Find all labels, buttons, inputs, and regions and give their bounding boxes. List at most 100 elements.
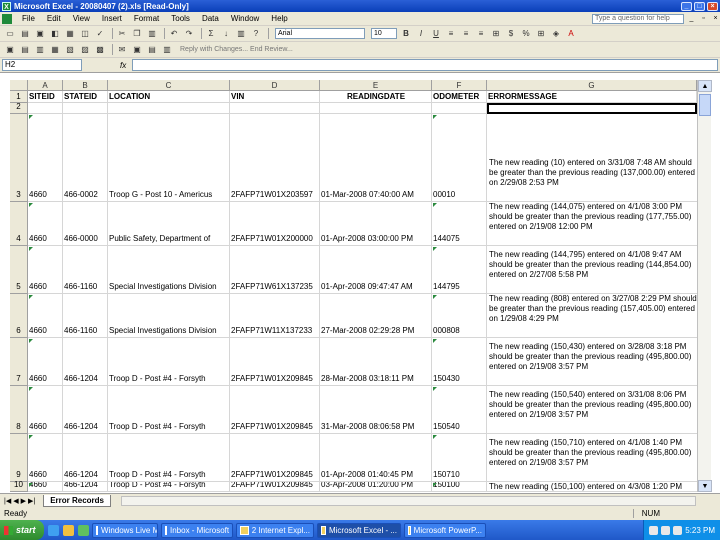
table-cell[interactable]: Troop D - Post #4 - Forsyth: [108, 434, 230, 482]
table-cell[interactable]: [108, 103, 230, 114]
table-cell[interactable]: 2FAFP71W01X209845: [230, 482, 320, 492]
currency-icon[interactable]: $: [505, 28, 517, 40]
error-message-cell[interactable]: The new reading (150,430) entered on 3/2…: [487, 338, 697, 386]
menu-help[interactable]: Help: [265, 14, 293, 23]
print-preview-icon[interactable]: ◫: [79, 28, 91, 40]
table-cell[interactable]: 466-0000: [63, 202, 108, 246]
taskbar-item-inbox[interactable]: Inbox - Microsoft ...: [161, 522, 233, 538]
font-name-select[interactable]: Arial: [275, 28, 365, 39]
table-cell[interactable]: 28-Mar-2008 03:18:11 PM: [320, 338, 432, 386]
table-cell[interactable]: 466-1204: [63, 482, 108, 492]
scroll-thumb[interactable]: [699, 94, 711, 116]
print-icon[interactable]: ▦: [64, 28, 76, 40]
table-cell[interactable]: [28, 103, 63, 114]
table-cell[interactable]: 000808: [432, 294, 487, 338]
error-indicator-icon[interactable]: [29, 295, 33, 299]
error-indicator-icon[interactable]: [29, 339, 33, 343]
italic-icon[interactable]: I: [415, 28, 427, 40]
column-header-c[interactable]: C: [108, 80, 230, 91]
scroll-up-icon[interactable]: ▲: [698, 80, 712, 92]
table-cell[interactable]: 2FAFP71W61X137235: [230, 246, 320, 294]
table-cell[interactable]: 4660: [28, 434, 63, 482]
start-button[interactable]: start: [0, 520, 44, 540]
table-cell[interactable]: 144795: [432, 246, 487, 294]
table-cell[interactable]: 466-1160: [63, 294, 108, 338]
error-message-cell[interactable]: The new reading (10) entered on 3/31/08 …: [487, 114, 697, 202]
table-cell[interactable]: 4660: [28, 338, 63, 386]
error-indicator-icon[interactable]: [433, 435, 437, 439]
column-header-g[interactable]: G: [487, 80, 697, 91]
error-message-cell[interactable]: The new reading (150,710) entered on 4/1…: [487, 434, 697, 482]
table-cell[interactable]: 4660: [28, 294, 63, 338]
table-cell[interactable]: Troop D - Post #4 - Forsyth: [108, 482, 230, 492]
sheet-tab-error-records[interactable]: Error Records: [43, 494, 111, 507]
column-header-a[interactable]: A: [28, 80, 63, 91]
error-indicator-icon[interactable]: [29, 435, 33, 439]
table-cell[interactable]: [320, 103, 432, 114]
column-header-d[interactable]: D: [230, 80, 320, 91]
table-cell[interactable]: Public Safety, Department of: [108, 202, 230, 246]
paste-icon[interactable]: ▥: [146, 28, 158, 40]
table-cell[interactable]: [63, 103, 108, 114]
fill-color-icon[interactable]: ◈: [550, 28, 562, 40]
menu-tools[interactable]: Tools: [165, 14, 196, 23]
copy-icon[interactable]: ❐: [131, 28, 143, 40]
autosum-icon[interactable]: Σ: [205, 28, 217, 40]
cut-icon[interactable]: ✂: [116, 28, 128, 40]
error-message-cell[interactable]: The new reading (150,100) entered on 4/3…: [487, 482, 697, 492]
row-header[interactable]: 3: [10, 114, 28, 202]
select-all-corner[interactable]: [10, 80, 28, 91]
vertical-scrollbar[interactable]: ▲ ▼: [697, 80, 712, 492]
review-icon-2[interactable]: ▤: [19, 44, 31, 56]
table-cell[interactable]: 4660: [28, 386, 63, 434]
column-header-f[interactable]: F: [432, 80, 487, 91]
error-indicator-icon[interactable]: [29, 115, 33, 119]
review-icon-8[interactable]: ✉: [116, 44, 128, 56]
table-cell[interactable]: 01-Apr-2008 09:47:47 AM: [320, 246, 432, 294]
table-cell[interactable]: 01-Apr-2008 01:40:45 PM: [320, 434, 432, 482]
row-header[interactable]: 4: [10, 202, 28, 246]
reply-with-changes-button[interactable]: Reply with Changes... End Review...: [180, 46, 293, 53]
chart-wizard-icon[interactable]: ▥: [235, 28, 247, 40]
spelling-icon[interactable]: ✓: [94, 28, 106, 40]
table-cell[interactable]: 2FAFP71W01X209845: [230, 338, 320, 386]
align-right-icon[interactable]: ≡: [475, 28, 487, 40]
quicklaunch-ie-icon[interactable]: [48, 524, 59, 536]
tray-network-icon[interactable]: [649, 525, 659, 535]
menu-data[interactable]: Data: [196, 14, 225, 23]
save-icon[interactable]: ▣: [34, 28, 46, 40]
table-cell[interactable]: 466-1204: [63, 338, 108, 386]
column-title-cell[interactable]: LOCATION: [108, 91, 230, 103]
maximize-button[interactable]: □: [694, 1, 705, 11]
table-cell[interactable]: 150540: [432, 386, 487, 434]
error-indicator-icon[interactable]: [29, 387, 33, 391]
row-header[interactable]: 9: [10, 434, 28, 482]
error-indicator-icon[interactable]: [29, 203, 33, 207]
column-title-cell[interactable]: STATEID: [63, 91, 108, 103]
table-cell[interactable]: 2FAFP71W01X200000: [230, 202, 320, 246]
taskbar-item-messenger[interactable]: Windows Live Me...: [92, 522, 158, 538]
open-icon[interactable]: ▤: [19, 28, 31, 40]
next-sheet-icon[interactable]: ▶: [21, 497, 26, 505]
table-cell[interactable]: 466-0002: [63, 114, 108, 202]
menu-insert[interactable]: Insert: [96, 14, 128, 23]
permission-icon[interactable]: ◧: [49, 28, 61, 40]
column-header-b[interactable]: B: [63, 80, 108, 91]
table-cell[interactable]: 01-Mar-2008 07:40:00 AM: [320, 114, 432, 202]
menu-window[interactable]: Window: [225, 14, 265, 23]
table-cell[interactable]: 2FAFP71W01X209845: [230, 386, 320, 434]
taskbar-item-powerpoint[interactable]: Microsoft PowerP...: [404, 522, 486, 538]
last-sheet-icon[interactable]: ▶|: [28, 497, 35, 505]
help-icon[interactable]: ?: [250, 28, 262, 40]
error-message-cell[interactable]: The new reading (808) entered on 3/27/08…: [487, 294, 697, 338]
table-cell[interactable]: [230, 103, 320, 114]
menu-file[interactable]: File: [16, 14, 41, 23]
table-cell[interactable]: 31-Mar-2008 08:06:58 PM: [320, 386, 432, 434]
review-icon-7[interactable]: ▩: [94, 44, 106, 56]
error-indicator-icon[interactable]: [29, 247, 33, 251]
table-cell[interactable]: 4660: [28, 482, 63, 492]
review-icon-10[interactable]: ▤: [146, 44, 158, 56]
table-cell[interactable]: 466-1204: [63, 386, 108, 434]
row-header[interactable]: 7: [10, 338, 28, 386]
error-indicator-icon[interactable]: [433, 483, 437, 487]
